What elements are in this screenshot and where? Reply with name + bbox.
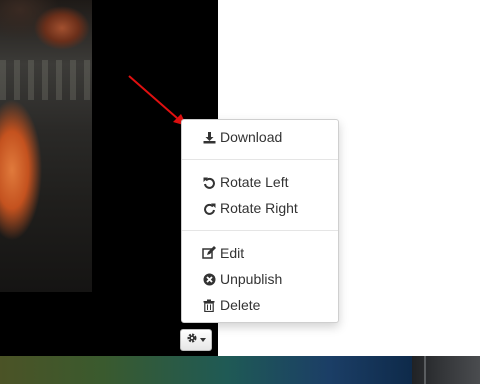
settings-dropdown-button[interactable]: [180, 329, 212, 351]
actions-dropdown-menu: Download Rotate Left Rotate Right Edit U…: [181, 119, 339, 323]
menu-item-rotate-right[interactable]: Rotate Right: [182, 195, 338, 221]
photo: [0, 0, 92, 292]
menu-item-download[interactable]: Download: [182, 124, 338, 150]
menu-item-unpublish[interactable]: Unpublish: [182, 266, 338, 292]
download-icon: [202, 130, 216, 144]
menu-item-label: Download: [220, 129, 283, 145]
menu-item-label: Unpublish: [220, 271, 283, 287]
edit-icon: [202, 246, 216, 260]
chevron-down-icon: [200, 338, 206, 342]
rotate-left-icon: [202, 175, 216, 189]
gear-icon: [186, 331, 198, 349]
trash-icon: [202, 298, 216, 312]
menu-divider: [182, 159, 338, 160]
menu-item-label: Rotate Right: [220, 200, 298, 216]
background-strip-dark: [412, 356, 480, 384]
menu-item-label: Edit: [220, 245, 245, 261]
menu-item-rotate-left[interactable]: Rotate Left: [182, 169, 338, 195]
unpublish-icon: [202, 272, 216, 286]
menu-item-edit[interactable]: Edit: [182, 240, 338, 266]
menu-item-delete[interactable]: Delete: [182, 292, 338, 318]
menu-item-label: Delete: [220, 297, 261, 313]
background-strip: [0, 356, 412, 384]
menu-divider: [182, 230, 338, 231]
menu-item-label: Rotate Left: [220, 174, 289, 190]
rotate-right-icon: [202, 201, 216, 215]
